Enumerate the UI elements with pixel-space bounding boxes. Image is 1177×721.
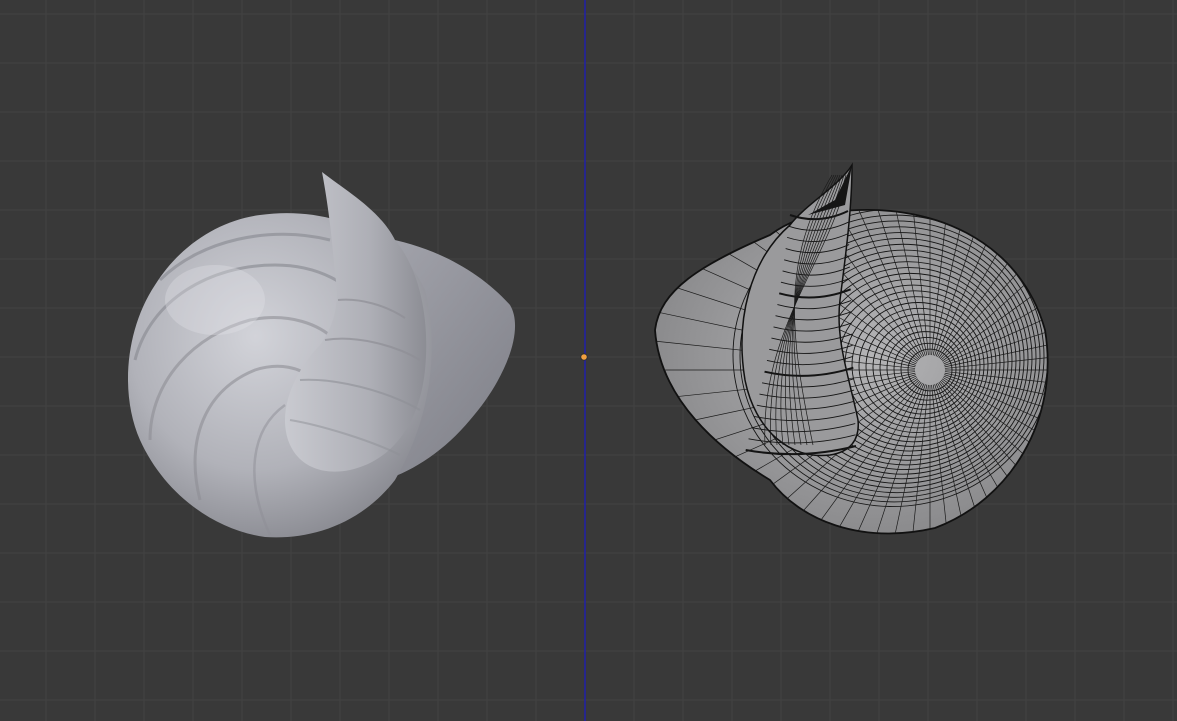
3d-viewport[interactable] — [0, 0, 1177, 721]
object-origin-point[interactable] — [580, 353, 588, 361]
shell-wireframe[interactable] — [610, 50, 1177, 690]
shell-solid[interactable] — [128, 172, 516, 538]
